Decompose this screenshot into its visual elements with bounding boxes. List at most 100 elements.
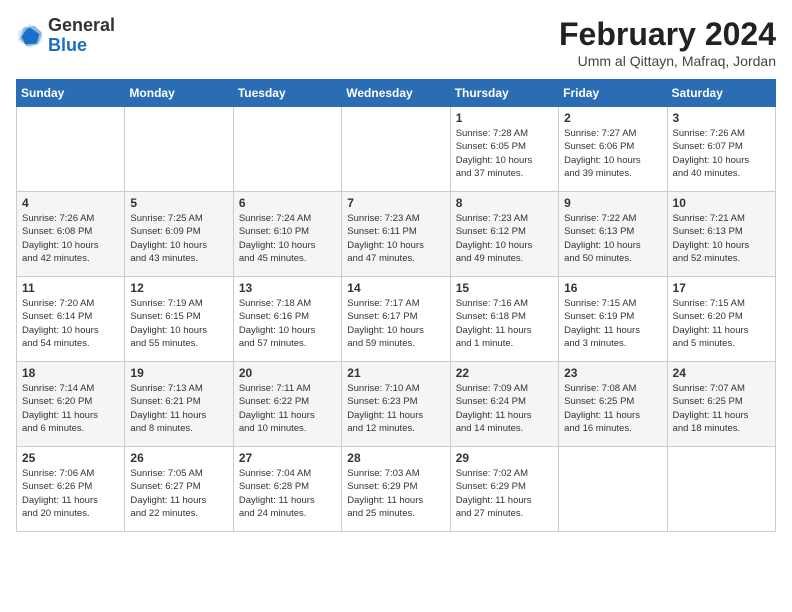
calendar-cell: 22 Sunrise: 7:09 AM Sunset: 6:24 PM Dayli… [450,362,558,447]
day-header-monday: Monday [125,80,233,107]
calendar-cell: 29 Sunrise: 7:02 AM Sunset: 6:29 PM Dayli… [450,447,558,532]
cell-info: Sunrise: 7:04 AM Sunset: 6:28 PM Dayligh… [239,467,336,520]
cell-info: Sunrise: 7:23 AM Sunset: 6:11 PM Dayligh… [347,212,444,265]
cell-info: Sunrise: 7:03 AM Sunset: 6:29 PM Dayligh… [347,467,444,520]
logo: General Blue [16,16,115,56]
day-number: 16 [564,281,661,295]
calendar-cell: 8 Sunrise: 7:23 AM Sunset: 6:12 PM Daylig… [450,192,558,277]
calendar-cell: 27 Sunrise: 7:04 AM Sunset: 6:28 PM Dayli… [233,447,341,532]
day-number: 26 [130,451,227,465]
cell-info: Sunrise: 7:23 AM Sunset: 6:12 PM Dayligh… [456,212,553,265]
calendar-cell: 1 Sunrise: 7:28 AM Sunset: 6:05 PM Daylig… [450,107,558,192]
day-number: 11 [22,281,119,295]
cell-info: Sunrise: 7:26 AM Sunset: 6:08 PM Dayligh… [22,212,119,265]
calendar-header-row: SundayMondayTuesdayWednesdayThursdayFrid… [17,80,776,107]
day-number: 23 [564,366,661,380]
day-number: 8 [456,196,553,210]
calendar-cell: 12 Sunrise: 7:19 AM Sunset: 6:15 PM Dayli… [125,277,233,362]
calendar-cell [125,107,233,192]
calendar-table: SundayMondayTuesdayWednesdayThursdayFrid… [16,79,776,532]
day-number: 17 [673,281,770,295]
calendar-cell: 4 Sunrise: 7:26 AM Sunset: 6:08 PM Daylig… [17,192,125,277]
calendar-week-row: 18 Sunrise: 7:14 AM Sunset: 6:20 PM Dayli… [17,362,776,447]
calendar-cell: 17Sunrise: 7:15 AM Sunset: 6:20 PM Dayli… [667,277,775,362]
cell-info: Sunrise: 7:02 AM Sunset: 6:29 PM Dayligh… [456,467,553,520]
cell-info: Sunrise: 7:15 AM Sunset: 6:19 PM Dayligh… [564,297,661,350]
logo-text: General Blue [48,16,115,56]
day-number: 3 [673,111,770,125]
calendar-cell: 14Sunrise: 7:17 AM Sunset: 6:17 PM Dayli… [342,277,450,362]
logo-icon [16,22,44,50]
calendar-cell [17,107,125,192]
day-header-sunday: Sunday [17,80,125,107]
cell-info: Sunrise: 7:19 AM Sunset: 6:15 PM Dayligh… [130,297,227,350]
day-number: 27 [239,451,336,465]
day-header-wednesday: Wednesday [342,80,450,107]
day-header-friday: Friday [559,80,667,107]
calendar-week-row: 4 Sunrise: 7:26 AM Sunset: 6:08 PM Daylig… [17,192,776,277]
calendar-cell: 5 Sunrise: 7:25 AM Sunset: 6:09 PM Daylig… [125,192,233,277]
title-block: February 2024 Umm al Qittayn, Mafraq, Jo… [559,16,776,69]
cell-info: Sunrise: 7:26 AM Sunset: 6:07 PM Dayligh… [673,127,770,180]
day-number: 19 [130,366,227,380]
calendar-cell: 25Sunrise: 7:06 AM Sunset: 6:26 PM Dayli… [17,447,125,532]
calendar-cell: 15 Sunrise: 7:16 AM Sunset: 6:18 PM Dayli… [450,277,558,362]
calendar-week-row: 11 Sunrise: 7:20 AM Sunset: 6:14 PM Dayli… [17,277,776,362]
cell-info: Sunrise: 7:27 AM Sunset: 6:06 PM Dayligh… [564,127,661,180]
day-number: 1 [456,111,553,125]
day-number: 13 [239,281,336,295]
day-number: 4 [22,196,119,210]
calendar-cell: 24 Sunrise: 7:07 AM Sunset: 6:25 PM Dayli… [667,362,775,447]
cell-info: Sunrise: 7:05 AM Sunset: 6:27 PM Dayligh… [130,467,227,520]
cell-info: Sunrise: 7:20 AM Sunset: 6:14 PM Dayligh… [22,297,119,350]
cell-info: Sunrise: 7:06 AM Sunset: 6:26 PM Dayligh… [22,467,119,520]
calendar-cell: 3 Sunrise: 7:26 AM Sunset: 6:07 PM Daylig… [667,107,775,192]
day-number: 21 [347,366,444,380]
day-number: 22 [456,366,553,380]
calendar-cell: 28 Sunrise: 7:03 AM Sunset: 6:29 PM Dayli… [342,447,450,532]
location-subtitle: Umm al Qittayn, Mafraq, Jordan [559,53,776,69]
calendar-cell: 26 Sunrise: 7:05 AM Sunset: 6:27 PM Dayli… [125,447,233,532]
cell-info: Sunrise: 7:24 AM Sunset: 6:10 PM Dayligh… [239,212,336,265]
calendar-cell [342,107,450,192]
cell-info: Sunrise: 7:28 AM Sunset: 6:05 PM Dayligh… [456,127,553,180]
calendar-cell: 21 Sunrise: 7:10 AM Sunset: 6:23 PM Dayli… [342,362,450,447]
cell-info: Sunrise: 7:10 AM Sunset: 6:23 PM Dayligh… [347,382,444,435]
calendar-cell: 2 Sunrise: 7:27 AM Sunset: 6:06 PM Daylig… [559,107,667,192]
day-number: 9 [564,196,661,210]
day-header-thursday: Thursday [450,80,558,107]
calendar-cell: 9 Sunrise: 7:22 AM Sunset: 6:13 PM Daylig… [559,192,667,277]
cell-info: Sunrise: 7:08 AM Sunset: 6:25 PM Dayligh… [564,382,661,435]
cell-info: Sunrise: 7:25 AM Sunset: 6:09 PM Dayligh… [130,212,227,265]
calendar-cell: 20Sunrise: 7:11 AM Sunset: 6:22 PM Dayli… [233,362,341,447]
cell-info: Sunrise: 7:07 AM Sunset: 6:25 PM Dayligh… [673,382,770,435]
calendar-week-row: 25Sunrise: 7:06 AM Sunset: 6:26 PM Dayli… [17,447,776,532]
day-number: 18 [22,366,119,380]
calendar-cell: 13 Sunrise: 7:18 AM Sunset: 6:16 PM Dayli… [233,277,341,362]
calendar-cell: 16 Sunrise: 7:15 AM Sunset: 6:19 PM Dayli… [559,277,667,362]
cell-info: Sunrise: 7:14 AM Sunset: 6:20 PM Dayligh… [22,382,119,435]
day-number: 6 [239,196,336,210]
cell-info: Sunrise: 7:09 AM Sunset: 6:24 PM Dayligh… [456,382,553,435]
day-number: 5 [130,196,227,210]
day-number: 12 [130,281,227,295]
calendar-week-row: 1 Sunrise: 7:28 AM Sunset: 6:05 PM Daylig… [17,107,776,192]
cell-info: Sunrise: 7:17 AM Sunset: 6:17 PM Dayligh… [347,297,444,350]
day-number: 24 [673,366,770,380]
day-number: 2 [564,111,661,125]
calendar-cell [233,107,341,192]
day-number: 7 [347,196,444,210]
cell-info: Sunrise: 7:18 AM Sunset: 6:16 PM Dayligh… [239,297,336,350]
cell-info: Sunrise: 7:16 AM Sunset: 6:18 PM Dayligh… [456,297,553,350]
day-number: 29 [456,451,553,465]
cell-info: Sunrise: 7:11 AM Sunset: 6:22 PM Dayligh… [239,382,336,435]
calendar-cell: 6 Sunrise: 7:24 AM Sunset: 6:10 PM Daylig… [233,192,341,277]
month-year-title: February 2024 [559,16,776,53]
day-number: 28 [347,451,444,465]
cell-info: Sunrise: 7:13 AM Sunset: 6:21 PM Dayligh… [130,382,227,435]
calendar-cell [559,447,667,532]
calendar-cell: 10Sunrise: 7:21 AM Sunset: 6:13 PM Dayli… [667,192,775,277]
page-header: General Blue February 2024 Umm al Qittay… [16,16,776,69]
day-number: 15 [456,281,553,295]
cell-info: Sunrise: 7:22 AM Sunset: 6:13 PM Dayligh… [564,212,661,265]
